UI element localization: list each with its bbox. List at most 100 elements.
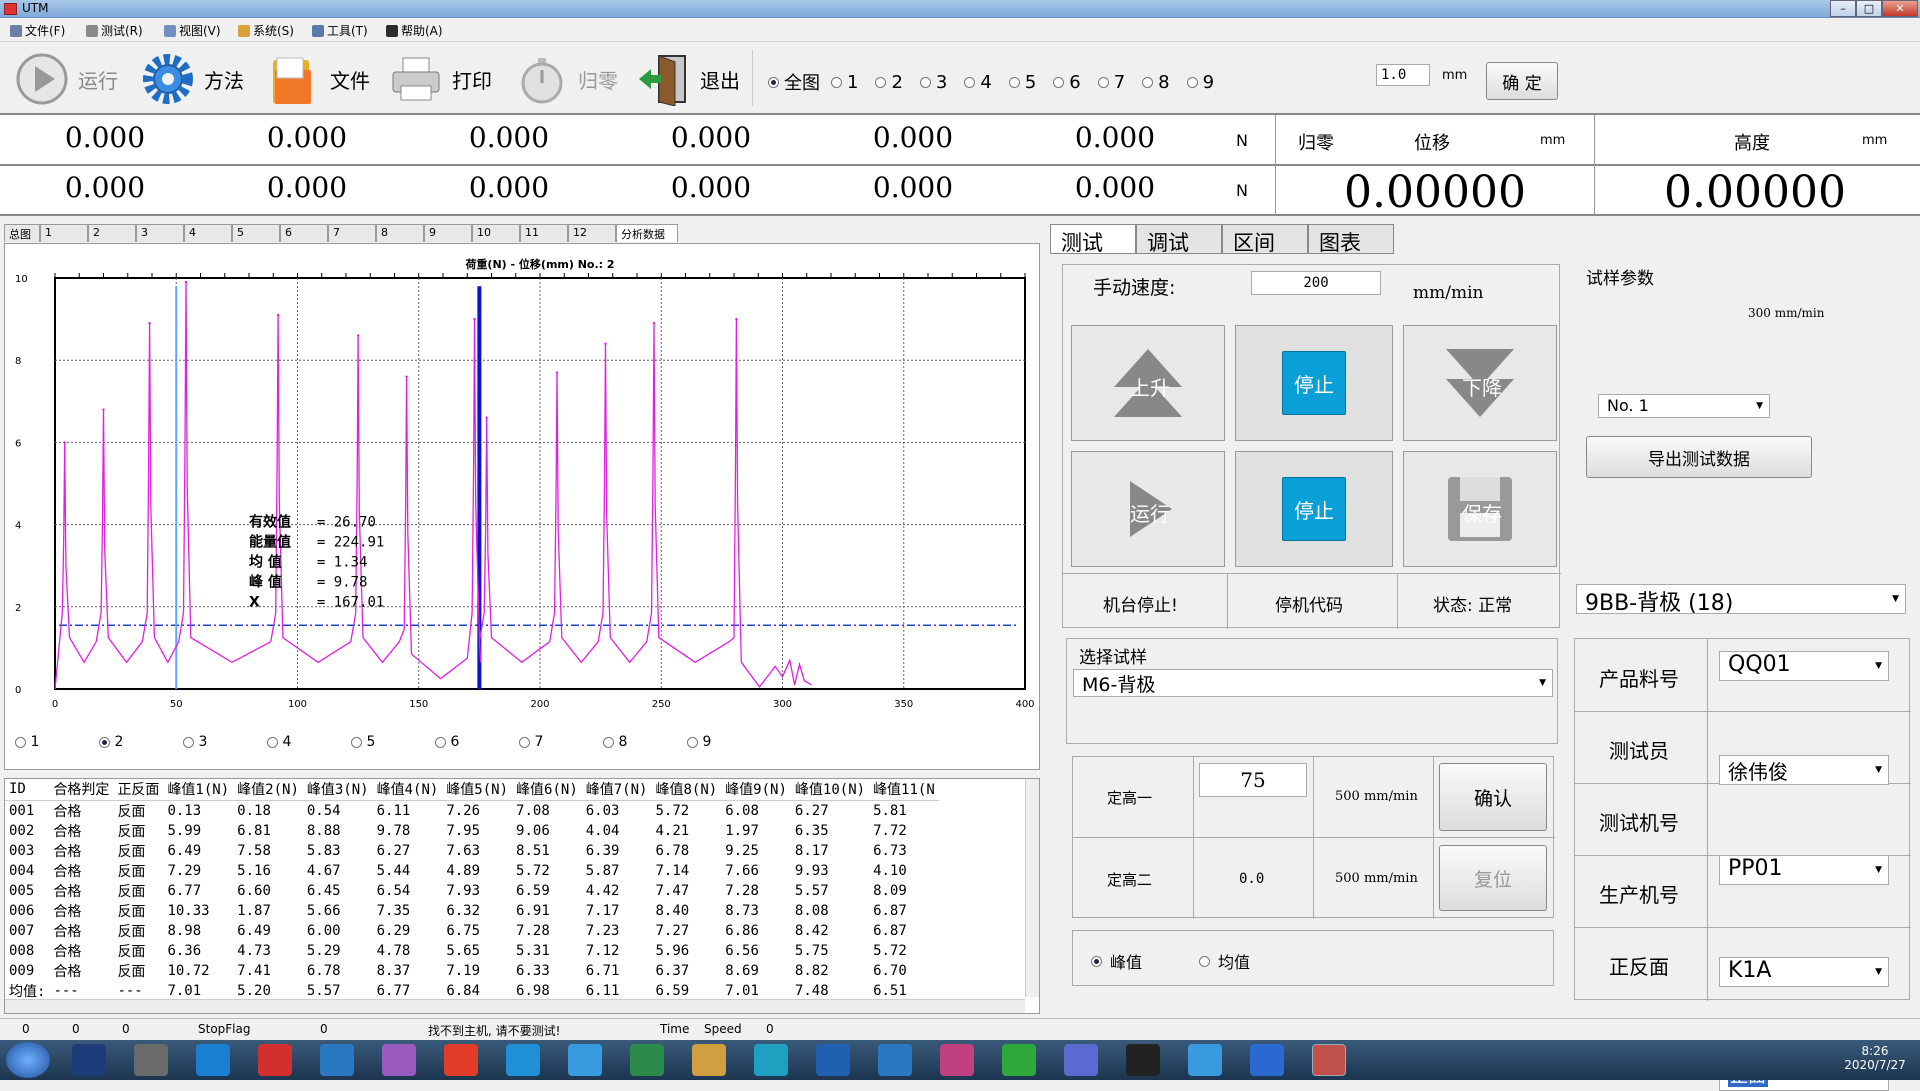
tab-10[interactable]: 10	[472, 224, 520, 242]
column-header[interactable]: 正反面	[113, 779, 164, 801]
run-toolbar-button[interactable]: 运行	[14, 50, 118, 108]
column-header[interactable]: 峰值5(N)	[442, 779, 513, 801]
exit-toolbar-button[interactable]: 退出	[636, 50, 740, 108]
curve-radio-2[interactable]	[99, 736, 110, 748]
stop-button-2[interactable]: 停止	[1235, 451, 1393, 567]
horizontal-scrollbar[interactable]	[5, 999, 1025, 1013]
column-header[interactable]: 峰值9(N)	[721, 779, 791, 801]
view-radio-1[interactable]	[831, 76, 842, 88]
tab-6[interactable]: 6	[280, 224, 328, 242]
zero-toolbar-button[interactable]: 归零	[514, 50, 618, 108]
column-header[interactable]: 峰值3(N)	[302, 779, 373, 801]
taskbar-app-icon[interactable]	[878, 1044, 912, 1076]
production-machine-combo[interactable]: K1A ▼	[1719, 957, 1889, 987]
column-header[interactable]: 峰值8(N)	[651, 779, 722, 801]
column-header[interactable]: 峰值2(N)	[233, 779, 303, 801]
up-button[interactable]: 上升	[1071, 325, 1225, 441]
tab-interval[interactable]: 区间	[1222, 224, 1308, 255]
close-button[interactable]: ✕	[1882, 0, 1918, 17]
height-confirm-button[interactable]: 确认	[1439, 763, 1547, 831]
tab-12[interactable]: 12	[568, 224, 616, 242]
run-button[interactable]: 运行	[1071, 451, 1225, 567]
view-radio-7[interactable]	[1097, 76, 1109, 88]
taskbar-app-icon[interactable]	[940, 1044, 974, 1076]
curve-radio-7[interactable]	[519, 736, 530, 748]
wechat-icon[interactable]	[1002, 1044, 1036, 1076]
table-row[interactable]: 008 合格 反面 6.36 4.73 5.29 4.78 5.65 5.31 7.12 5.96 6…	[5, 941, 939, 961]
manual-speed-input[interactable]: 200	[1251, 271, 1381, 295]
view-radio-9[interactable]	[1186, 76, 1198, 88]
taskbar-app-icon[interactable]	[72, 1044, 106, 1076]
taskbar-app-icon[interactable]	[568, 1044, 602, 1076]
qq-icon[interactable]	[1126, 1044, 1160, 1076]
edge-browser-icon[interactable]	[506, 1044, 540, 1076]
taskbar-app-icon[interactable]	[1250, 1044, 1284, 1076]
height-reset-button[interactable]: 复位	[1439, 845, 1547, 911]
column-header[interactable]: ID	[5, 779, 50, 801]
menu-view[interactable]: 视图(V)	[164, 22, 221, 39]
taskbar-app-icon[interactable]	[320, 1044, 354, 1076]
menu-test[interactable]: 测试(R)	[86, 22, 143, 39]
curve-radio-5[interactable]	[351, 736, 362, 748]
taskbar-app-icon[interactable]	[382, 1044, 416, 1076]
tab-3[interactable]: 3	[136, 224, 184, 242]
test-machine-combo[interactable]: PP01 ▼	[1719, 855, 1889, 885]
print-toolbar-button[interactable]: 打印	[388, 50, 492, 108]
height1-input[interactable]: 75	[1199, 763, 1307, 797]
mode-avg-option[interactable]: 均值	[1199, 949, 1250, 973]
tab-4[interactable]: 4	[184, 224, 232, 242]
minimize-button[interactable]: –	[1830, 0, 1856, 17]
tab-test[interactable]: 测试	[1050, 224, 1136, 255]
view-radio-3[interactable]	[919, 76, 931, 88]
mode-avg-radio[interactable]	[1199, 955, 1210, 967]
tab-debug[interactable]: 调试	[1136, 224, 1222, 255]
step-input[interactable]: 1.0	[1376, 64, 1430, 86]
taskbar-app-icon[interactable]	[134, 1044, 168, 1076]
sample-select-combo[interactable]: M6-背极 ▼	[1073, 669, 1553, 697]
tester-combo[interactable]: 徐伟俊 ▼	[1719, 755, 1889, 785]
export-test-data-button[interactable]: 导出测试数据	[1586, 436, 1812, 478]
file-toolbar-button[interactable]: 文件	[266, 50, 370, 108]
taskbar-app-icon[interactable]	[1064, 1044, 1098, 1076]
tab-8[interactable]: 8	[376, 224, 424, 242]
curve-radio-6[interactable]	[435, 736, 446, 748]
view-radio-5[interactable]	[1008, 76, 1020, 88]
utm-app-icon[interactable]	[1312, 1044, 1346, 1076]
tab-overview[interactable]: 总图	[4, 224, 40, 242]
tab-chart[interactable]: 图表	[1308, 224, 1394, 255]
table-row[interactable]: 003 合格 反面 6.49 7.58 5.83 6.27 7.63 8.51 6.39 6.78 9…	[5, 841, 939, 861]
table-row[interactable]: 001 合格 反面 0.13 0.18 0.54 6.11 7.26 7.08 6.03 5.72 6…	[5, 800, 939, 821]
tab-2[interactable]: 2	[88, 224, 136, 242]
curve-radio-4[interactable]	[267, 736, 278, 748]
table-row[interactable]: 006 合格 反面 10.33 1.87 5.66 7.35 6.32 6.91 7.17 8.40…	[5, 901, 939, 921]
table-row[interactable]: 007 合格 反面 8.98 6.49 6.00 6.29 6.75 7.28 7.23 7.27 6…	[5, 921, 939, 941]
taskbar-app-icon[interactable]	[816, 1044, 850, 1076]
menu-help[interactable]: 帮助(A)	[386, 22, 443, 39]
view-radio-all[interactable]	[768, 76, 779, 88]
column-header[interactable]: 峰值6(N)	[512, 779, 582, 801]
view-radio-6[interactable]	[1053, 76, 1065, 88]
table-row[interactable]: 均值: --- --- 7.01 5.20 5.57 6.77 6.84 6.98 6.11 6.5…	[5, 981, 939, 1001]
save-button[interactable]: 保存	[1403, 451, 1557, 567]
curve-radio-8[interactable]	[603, 736, 614, 748]
tab-7[interactable]: 7	[328, 224, 376, 242]
menu-tools[interactable]: 工具(T)	[312, 22, 368, 39]
method-toolbar-button[interactable]: 方法	[140, 50, 244, 108]
menu-file[interactable]: 文件(F)	[10, 22, 65, 39]
table-row[interactable]: 005 合格 反面 6.77 6.60 6.45 6.54 7.93 6.59 4.42 7.47 7…	[5, 881, 939, 901]
tab-5[interactable]: 5	[232, 224, 280, 242]
tab-1[interactable]: 1	[40, 224, 88, 242]
column-header[interactable]: 峰值7(N)	[581, 779, 652, 801]
column-header[interactable]: 合格判定	[49, 779, 114, 801]
down-button[interactable]: 下降	[1403, 325, 1557, 441]
taskbar-app-icon[interactable]	[1188, 1044, 1222, 1076]
table-row[interactable]: 009 合格 反面 10.72 7.41 6.78 8.37 7.19 6.33 6.71 6.37…	[5, 961, 939, 981]
chrome-icon[interactable]	[444, 1044, 478, 1076]
clock[interactable]: 8:26 2020/7/27	[1840, 1044, 1910, 1072]
part-number-combo[interactable]: QQ01 ▼	[1719, 651, 1889, 681]
ie-browser-icon[interactable]	[196, 1044, 230, 1076]
taskbar-app-icon[interactable]	[630, 1044, 664, 1076]
column-header[interactable]: 峰值4(N)	[372, 779, 443, 801]
menu-system[interactable]: 系统(S)	[238, 22, 294, 39]
taskbar-app-icon[interactable]	[754, 1044, 788, 1076]
